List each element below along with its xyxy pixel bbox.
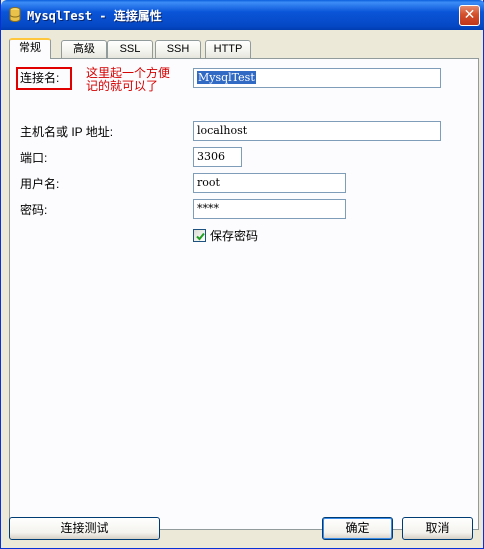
- port-input[interactable]: 3306: [193, 147, 242, 167]
- general-tab-panel: 连接名: 这里起一个方便 记的就可以了 MysqlTest 主机名或 IP 地址…: [9, 58, 479, 530]
- username-input[interactable]: root: [193, 173, 346, 193]
- tab-ssh[interactable]: SSH: [155, 40, 201, 58]
- connection-properties-window: MysqlTest - 连接属性 ✕ 常规 高级 SSL SSH HTTP 连接…: [0, 0, 484, 549]
- connection-icon: [7, 6, 23, 23]
- connection-name-input[interactable]: MysqlTest: [193, 68, 441, 88]
- host-label: 主机名或 IP 地址:: [20, 125, 114, 139]
- window-title: MysqlTest - 连接属性: [27, 9, 162, 23]
- connection-name-label: 连接名:: [20, 71, 60, 85]
- save-password-label[interactable]: 保存密码: [210, 229, 258, 243]
- password-input[interactable]: ****: [193, 199, 346, 219]
- annotation-line-2: 记的就可以了: [86, 79, 159, 93]
- close-icon: ✕: [463, 7, 476, 23]
- close-button[interactable]: ✕: [459, 5, 480, 26]
- cancel-button[interactable]: 取消: [402, 517, 473, 540]
- ok-button[interactable]: 确定: [322, 517, 393, 540]
- title-bar[interactable]: MysqlTest - 连接属性 ✕: [1, 0, 484, 30]
- save-password-checkbox[interactable]: [193, 229, 206, 242]
- connection-name-value: MysqlTest: [197, 71, 256, 84]
- test-connection-button[interactable]: 连接测试: [9, 517, 160, 540]
- username-label: 用户名:: [20, 177, 60, 191]
- tab-general[interactable]: 常规: [9, 38, 51, 59]
- port-label: 端口:: [20, 151, 48, 165]
- password-label: 密码:: [20, 203, 48, 217]
- dialog-body: 常规 高级 SSL SSH HTTP 连接名: 这里起一个方便 记的就可以了 M…: [4, 30, 481, 546]
- tab-advanced[interactable]: 高级: [61, 40, 107, 58]
- tab-http[interactable]: HTTP: [205, 40, 251, 58]
- checkmark-icon: [196, 232, 205, 241]
- annotation-note: 这里起一个方便 记的就可以了: [86, 67, 186, 93]
- tab-ssl[interactable]: SSL: [107, 40, 153, 58]
- host-input[interactable]: localhost: [193, 121, 441, 141]
